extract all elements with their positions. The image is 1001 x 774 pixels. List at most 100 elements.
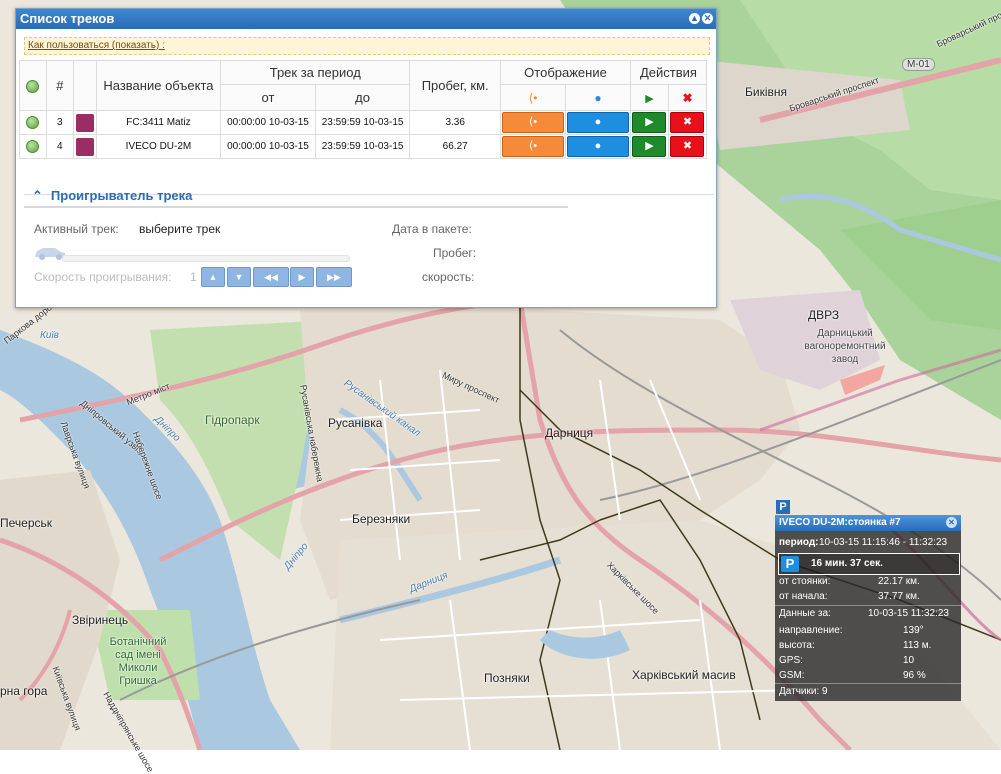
track-color-swatch[interactable] xyxy=(75,137,94,156)
track-color-swatch[interactable] xyxy=(75,113,94,132)
track-player: Активный трек: выберите трек Скорость пр… xyxy=(24,208,714,298)
map-label-bereznyaky: Березняки xyxy=(352,512,411,526)
popup-close-icon[interactable]: ✕ xyxy=(946,517,957,528)
map-label-pozniaky: Позняки xyxy=(484,671,530,685)
share-icon: ⟨• xyxy=(528,91,538,105)
delete-icon: ✖ xyxy=(682,91,693,105)
collapse-icon[interactable]: ▲ xyxy=(689,13,700,24)
map-label-kharkivskyi: Харківський масив xyxy=(632,668,736,682)
mileage-header: Пробег, км. xyxy=(409,60,502,111)
play-button[interactable]: ▶ xyxy=(290,267,314,287)
panel-title: Список треков xyxy=(20,11,115,26)
period-header: Трек за период xyxy=(220,60,411,85)
from-stop-value: 22.17 км. xyxy=(878,576,920,587)
map-label-botsad: Ботанічний сад імені Миколи Гришка xyxy=(109,636,167,687)
map-label-tsarna-hora: рна гора xyxy=(0,684,48,698)
close-icon[interactable]: ✕ xyxy=(702,13,713,24)
num-header: # xyxy=(45,60,74,111)
play-header[interactable]: ▶ xyxy=(629,84,669,111)
parking-duration-box: P 16 мин. 37 сек. xyxy=(778,553,960,575)
sensors-label: Датчики: xyxy=(779,686,820,697)
height-value: 113 м. xyxy=(903,640,932,651)
play-track-button[interactable]: ▶ xyxy=(632,112,667,133)
parking-duration: 16 мин. 37 сек. xyxy=(811,558,883,569)
select-all-dot[interactable] xyxy=(26,80,40,94)
delete-track-button[interactable]: ✖ xyxy=(670,136,705,157)
actions-header: Действия xyxy=(629,60,708,85)
gsm-label: GSM: xyxy=(779,670,805,681)
active-track-label: Активный трек: xyxy=(34,222,119,236)
to-header: до xyxy=(314,84,411,111)
row-name: IVECO DU-2M xyxy=(95,134,222,159)
speed-up-button[interactable]: ▲ xyxy=(201,267,225,287)
map-label-kyiv: Київ xyxy=(40,330,59,341)
popup-titlebar: IVECO DU-2M:стоянка #7 ✕ xyxy=(775,515,961,531)
active-track-value: выберите трек xyxy=(139,222,221,236)
panel-titlebar[interactable]: Список треков ▲ ✕ xyxy=(16,9,716,29)
map-pin-icon: ● xyxy=(594,91,602,105)
show-track-button[interactable]: ⟨• xyxy=(502,112,564,133)
select-all-header[interactable] xyxy=(19,60,47,111)
show-points-button[interactable]: ● xyxy=(566,136,629,157)
height-label: высота: xyxy=(779,640,815,651)
direction-label: направление: xyxy=(779,625,843,636)
howto-link[interactable]: Как пользоваться (показать) : xyxy=(28,40,165,51)
popup-divider xyxy=(775,605,961,606)
rewind-button[interactable]: ◀◀ xyxy=(253,267,289,287)
parking-popup: IVECO DU-2M:стоянка #7 ✕ период: 10-03-1… xyxy=(775,515,961,701)
track-list-panel: Список треков ▲ ✕ Как пользоваться (пока… xyxy=(15,8,717,308)
player-mileage-label: Пробег: xyxy=(433,246,477,260)
sensors-value: 9 xyxy=(822,686,828,697)
row-to: 23:59:59 10-03-15 xyxy=(314,110,411,135)
map-label-dvrz: ДВРЗ xyxy=(808,308,840,322)
speed-down-button[interactable]: ▼ xyxy=(227,267,251,287)
period-label: период: xyxy=(779,537,819,548)
row-to: 23:59:59 10-03-15 xyxy=(314,134,411,159)
parking-marker[interactable]: P xyxy=(776,500,790,514)
delete-track-button[interactable]: ✖ xyxy=(670,112,705,133)
show-track-header[interactable]: ⟨• xyxy=(500,84,566,111)
play-icon: ▶ xyxy=(645,93,654,105)
map-label-zvirynets: Звіринець xyxy=(72,613,129,627)
map-label-hidropark: Гідропарк xyxy=(205,413,260,427)
sensors-row: Датчики: 9 xyxy=(779,686,828,697)
map-label-rusanivka: Русанівка xyxy=(328,416,383,430)
play-track-button[interactable]: ▶ xyxy=(632,136,667,157)
packet-date-label: Дата в пакете: xyxy=(392,222,472,236)
row-from: 00:00:00 10-03-15 xyxy=(220,134,316,159)
from-start-label: от начала: xyxy=(779,591,828,602)
show-track-button[interactable]: ⟨• xyxy=(502,136,564,157)
row-select-dot[interactable] xyxy=(26,140,40,153)
row-from: 00:00:00 10-03-15 xyxy=(220,110,316,135)
howto-bar: Как пользоваться (показать) : xyxy=(24,37,710,55)
player-header[interactable]: ⌃ Проигрыватель трека xyxy=(24,186,568,208)
from-header: от xyxy=(220,84,316,111)
direction-value: 139° xyxy=(903,625,924,636)
from-stop-label: от стоянки: xyxy=(779,576,831,587)
show-points-button[interactable]: ● xyxy=(566,112,629,133)
show-points-header[interactable]: ● xyxy=(565,84,631,111)
period-value: 10-03-15 11:15:46 - 11:32:23 xyxy=(819,537,948,548)
row-mileage: 3.36 xyxy=(409,110,502,135)
speed-value: 1 xyxy=(190,270,197,284)
speed-label: Скорость проигрывания: xyxy=(34,270,172,284)
name-header: Название объекта xyxy=(95,60,222,111)
delete-header[interactable]: ✖ xyxy=(667,84,708,111)
player-speed-label: скорость: xyxy=(422,270,475,284)
data-label: Данные за: xyxy=(779,608,831,619)
popup-title: IVECO DU-2M:стоянка #7 xyxy=(779,517,901,528)
tracks-table: # Название объекта Трек за период Пробег… xyxy=(19,60,708,159)
map-label-pecherska: Печерськ xyxy=(0,516,53,530)
data-value: 10-03-15 11:32:23 xyxy=(868,608,949,619)
chevron-up-icon: ⌃ xyxy=(32,188,43,203)
table-row[interactable]: 3 FC:3411 Matiz 00:00:00 10-03-15 23:59:… xyxy=(19,110,708,135)
player-title: Проигрыватель трека xyxy=(50,188,193,203)
color-header xyxy=(72,60,97,111)
gsm-value: 96 % xyxy=(903,670,926,681)
fast-forward-button[interactable]: ▶▶ xyxy=(316,267,352,287)
map-label-m01: М-01 xyxy=(902,58,935,71)
table-row[interactable]: 4 IVECO DU-2M 00:00:00 10-03-15 23:59:59… xyxy=(19,134,708,159)
display-header: Отображение xyxy=(500,60,631,85)
progress-slider[interactable] xyxy=(62,255,350,262)
row-select-dot[interactable] xyxy=(26,116,40,129)
